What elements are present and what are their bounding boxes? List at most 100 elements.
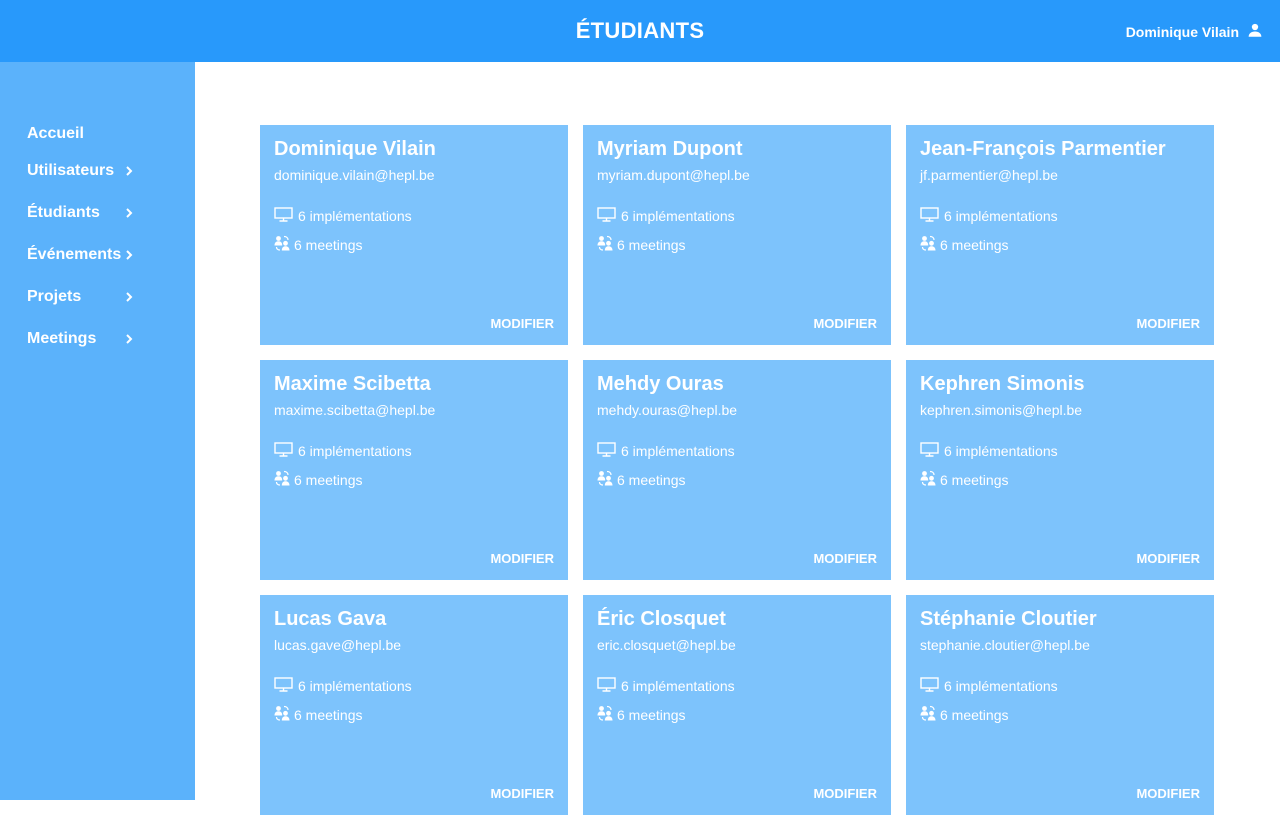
implementations-count: 6 implémentations: [621, 208, 735, 224]
modify-button[interactable]: MODIFIER: [1136, 786, 1200, 801]
monitor-icon: [920, 442, 939, 460]
page-title: ÉTUDIANTS: [575, 18, 705, 43]
meeting-icon: [597, 235, 613, 254]
student-name: Kephren Simonis: [920, 373, 1085, 395]
meeting-icon: [920, 235, 936, 254]
modify-button[interactable]: MODIFIER: [813, 786, 877, 801]
chevron-right-icon: [123, 207, 135, 219]
student-name: Maxime Scibetta: [274, 373, 431, 395]
meetings-stat: 6 meetings: [597, 470, 685, 489]
meetings-stat: 6 meetings: [274, 470, 362, 489]
student-card-grid: Dominique Vilain dominique.vilain@hepl.b…: [260, 125, 1214, 815]
implementations-count: 6 implémentations: [298, 443, 412, 459]
meetings-stat: 6 meetings: [920, 470, 1008, 489]
student-card: Éric Closquet eric.closquet@hepl.be 6 im…: [583, 595, 891, 815]
student-card: Dominique Vilain dominique.vilain@hepl.b…: [260, 125, 568, 345]
student-card: Myriam Dupont myriam.dupont@hepl.be 6 im…: [583, 125, 891, 345]
modify-button[interactable]: MODIFIER: [1136, 316, 1200, 331]
monitor-icon: [597, 442, 616, 460]
monitor-icon: [597, 207, 616, 225]
student-name: Mehdy Ouras: [597, 373, 724, 395]
sidebar-item-label: Utilisateurs: [27, 162, 115, 179]
meetings-stat: 6 meetings: [274, 235, 362, 254]
meeting-icon: [920, 470, 936, 489]
student-name: Myriam Dupont: [597, 138, 743, 160]
meeting-icon: [274, 705, 290, 724]
student-card: Maxime Scibetta maxime.scibetta@hepl.be …: [260, 360, 568, 580]
user-icon: [1239, 21, 1264, 42]
chevron-right-icon: [123, 165, 135, 177]
student-name: Dominique Vilain: [274, 138, 436, 160]
implementations-stat: 6 implémentations: [597, 677, 735, 695]
sidebar-item-label: Accueil: [27, 125, 84, 142]
meetings-count: 6 meetings: [940, 706, 1009, 723]
student-name: Jean-François Parmentier: [920, 138, 1166, 160]
student-name: Stéphanie Cloutier: [920, 608, 1097, 630]
student-card: Jean-François Parmentier jf.parmentier@h…: [906, 125, 1214, 345]
student-email: lucas.gave@hepl.be: [274, 637, 402, 653]
student-email: kephren.simonis@hepl.be: [920, 402, 1083, 418]
meetings-stat: 6 meetings: [597, 705, 685, 724]
implementations-stat: 6 implémentations: [597, 442, 735, 460]
implementations-stat: 6 implémentations: [274, 207, 412, 225]
implementations-count: 6 implémentations: [298, 678, 412, 694]
sidebar-item-utilisateurs[interactable]: Utilisateurs: [27, 161, 167, 181]
modify-button[interactable]: MODIFIER: [1136, 551, 1200, 566]
modify-button[interactable]: MODIFIER: [490, 551, 554, 566]
modify-button[interactable]: MODIFIER: [813, 551, 877, 566]
monitor-icon: [920, 677, 939, 695]
implementations-stat: 6 implémentations: [920, 207, 1058, 225]
sidebar-item-projets[interactable]: Projets: [27, 287, 167, 307]
student-card: Stéphanie Cloutier stephanie.cloutier@he…: [906, 595, 1214, 815]
user-name: Dominique Vilain: [1125, 23, 1239, 40]
student-email: mehdy.ouras@hepl.be: [597, 402, 738, 418]
sidebar-item-etudiants[interactable]: Étudiants: [27, 203, 167, 223]
monitor-icon: [274, 207, 293, 225]
meetings-stat: 6 meetings: [597, 235, 685, 254]
meetings-stat: 6 meetings: [274, 705, 362, 724]
implementations-stat: 6 implémentations: [920, 442, 1058, 460]
chevron-right-icon: [123, 249, 135, 261]
student-email: dominique.vilain@hepl.be: [274, 167, 435, 183]
meetings-count: 6 meetings: [294, 236, 363, 253]
meeting-icon: [597, 470, 613, 489]
meetings-stat: 6 meetings: [920, 705, 1008, 724]
monitor-icon: [920, 207, 939, 225]
meetings-count: 6 meetings: [617, 706, 686, 723]
monitor-icon: [274, 442, 293, 460]
student-email: jf.parmentier@hepl.be: [920, 167, 1058, 183]
sidebar-item-label: Meetings: [27, 330, 97, 347]
sidebar-item-evenements[interactable]: Événements: [27, 245, 167, 265]
meeting-icon: [274, 235, 290, 254]
meeting-icon: [920, 705, 936, 724]
meetings-count: 6 meetings: [617, 236, 686, 253]
user-menu[interactable]: Dominique Vilain: [1126, 21, 1264, 42]
implementations-count: 6 implémentations: [944, 678, 1058, 694]
chevron-right-icon: [123, 333, 135, 345]
sidebar-item-label: Événements: [27, 246, 122, 263]
meetings-count: 6 meetings: [294, 471, 363, 488]
implementations-stat: 6 implémentations: [597, 207, 735, 225]
implementations-stat: 6 implémentations: [920, 677, 1058, 695]
modify-button[interactable]: MODIFIER: [813, 316, 877, 331]
student-card: Mehdy Ouras mehdy.ouras@hepl.be 6 implém…: [583, 360, 891, 580]
chevron-right-icon: [123, 291, 135, 303]
top-bar: ÉTUDIANTS Dominique Vilain: [0, 0, 1280, 62]
student-name: Éric Closquet: [597, 608, 726, 630]
meetings-count: 6 meetings: [294, 706, 363, 723]
meetings-stat: 6 meetings: [920, 235, 1008, 254]
meetings-count: 6 meetings: [940, 471, 1009, 488]
student-email: stephanie.cloutier@hepl.be: [920, 637, 1090, 653]
implementations-count: 6 implémentations: [621, 443, 735, 459]
modify-button[interactable]: MODIFIER: [490, 786, 554, 801]
student-email: maxime.scibetta@hepl.be: [274, 402, 436, 418]
student-email: eric.closquet@hepl.be: [597, 637, 736, 653]
student-card: Lucas Gava lucas.gave@hepl.be 6 implémen…: [260, 595, 568, 815]
meetings-count: 6 meetings: [940, 236, 1009, 253]
modify-button[interactable]: MODIFIER: [490, 316, 554, 331]
sidebar-item-accueil[interactable]: Accueil: [27, 124, 167, 144]
implementations-count: 6 implémentations: [944, 208, 1058, 224]
sidebar-item-meetings[interactable]: Meetings: [27, 329, 167, 349]
meeting-icon: [597, 705, 613, 724]
implementations-stat: 6 implémentations: [274, 442, 412, 460]
